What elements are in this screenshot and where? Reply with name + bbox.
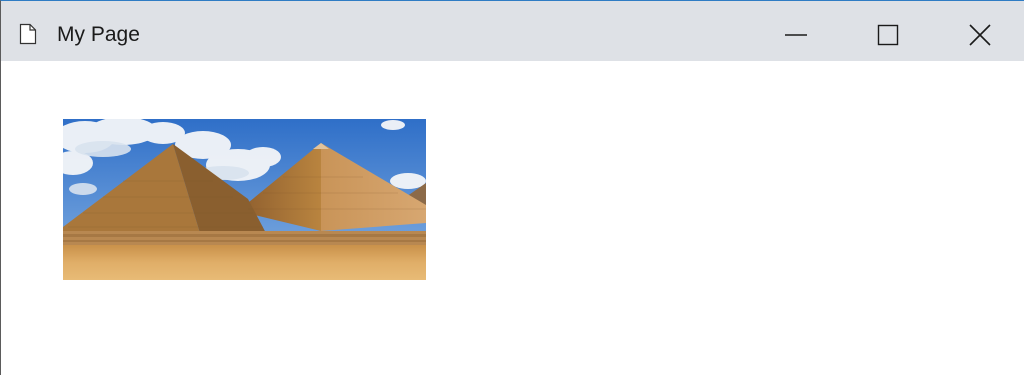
window-title: My Page [57, 23, 140, 46]
document-icon [19, 23, 37, 45]
close-icon [969, 24, 991, 46]
pyramids-image [63, 119, 426, 280]
minimize-button[interactable] [773, 15, 819, 55]
minimize-icon [785, 24, 807, 46]
browser-window: My Page [0, 0, 1024, 376]
maximize-button[interactable] [865, 15, 911, 55]
maximize-icon [877, 24, 899, 46]
page-content [1, 61, 1024, 376]
title-bar[interactable]: My Page [1, 1, 1024, 61]
close-button[interactable] [957, 15, 1003, 55]
